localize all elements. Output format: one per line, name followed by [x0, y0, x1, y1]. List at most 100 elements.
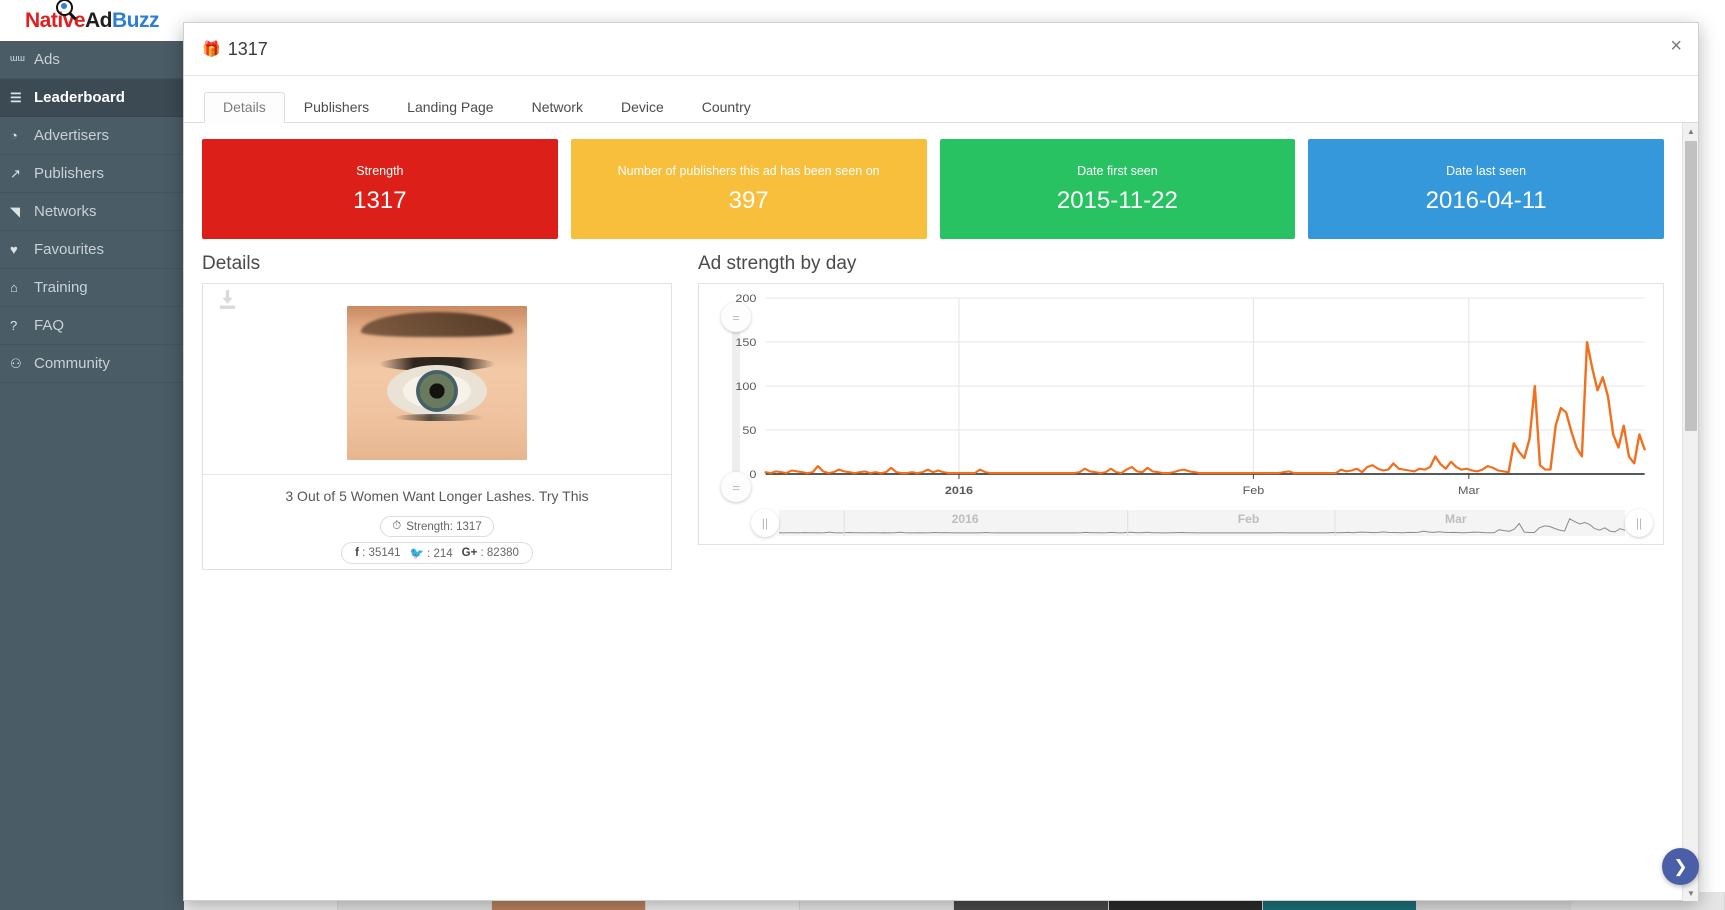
social-count-facebook: f : 35141 [355, 547, 401, 560]
sidebar-item-label: Community [34, 355, 110, 372]
stat-card-value: 2015-11-22 [1056, 186, 1178, 214]
clock-icon: ⏱ [392, 520, 402, 533]
gift-icon: 🎁 [202, 41, 221, 58]
modal-header: 🎁 1317 × [184, 23, 1698, 76]
sidebar-item-label: Networks [34, 203, 97, 220]
social-count-value: 35141 [368, 547, 401, 560]
stat-card-number-of-publishers: Number of publishers this ad has been se… [570, 139, 927, 239]
sidebar-item-advertisers[interactable]: ◔ Advertisers [0, 117, 184, 155]
strength-badge-row: ⏱ Strength: 1317 [203, 516, 671, 542]
magnifier-icon [56, 0, 73, 16]
ad-headline: 3 Out of 5 Women Want Longer Lashes. Try… [285, 488, 589, 504]
navigator-label: 2016 [952, 512, 979, 526]
social-counts-badge: f : 35141 🐦 : 214 G+ : 82380 [341, 542, 533, 565]
chart-series-line [764, 340, 1646, 475]
brand-part-ad: Ad [85, 9, 113, 32]
tab-details[interactable]: Details [204, 92, 285, 123]
tab-country[interactable]: Country [683, 92, 770, 123]
heart-icon: ♥ [10, 242, 18, 257]
y-axis-tick-label: 0 [749, 468, 756, 481]
navigator-sparkline: 2016 Feb Mar [779, 510, 1625, 536]
sidebar-item-label: FAQ [34, 317, 65, 334]
brand-part-buzz: Buzz [112, 9, 160, 32]
ad-creative-image [347, 306, 527, 460]
stat-card-strength: Strength 1317 [202, 139, 558, 239]
details-heading: Details [202, 253, 261, 274]
sidebar-item-favourites[interactable]: ♥ Favourites [0, 231, 184, 269]
social-count-value: 82380 [486, 547, 519, 560]
content-panels: Details 3 Out of 5 Women Want Longer Las… [202, 253, 1664, 571]
tab-network[interactable]: Network [513, 92, 602, 123]
stat-card-value: 397 [728, 186, 769, 214]
sidebar-item-networks[interactable]: ◥ Networks [0, 193, 184, 231]
chart-panel: Ad strength by day = = 0 50 100 150 200 2016 F… [698, 253, 1664, 570]
sidebar-item-label: Advertisers [34, 127, 110, 144]
sidebar-item-label: Favourites [34, 241, 105, 258]
sidebar-nav: ᵚᵚ Ads ☰ Leaderboard ◔ Advertisers ↗ Publishers… [0, 41, 184, 383]
modal-scrollbar[interactable]: ▲ ▼ [1682, 123, 1698, 901]
bank-icon: ⌂ [10, 280, 18, 295]
stat-card-label: Date first seen [1077, 163, 1158, 178]
social-count-twitter: 🐦 : 214 [409, 548, 453, 561]
twitter-icon: 🐦 [409, 548, 424, 561]
modal-body: Details Publishers Landing Page Network Devi… [184, 76, 1698, 901]
chevron-down-icon: ❯ [1673, 856, 1688, 876]
y-axis-tick-label: 100 [735, 380, 756, 393]
ad-strength-chart: = = 0 50 100 150 200 2016 Feb Mar 2016 Feb Mar || [698, 283, 1664, 545]
ad-detail-modal: 🎁 1317 × Details Publishers Landing Page Ne… [183, 22, 1699, 901]
stat-card-label: Date last seen [1446, 163, 1527, 178]
sidebar-item-ads[interactable]: ᵚᵚ Ads [0, 41, 184, 79]
tab-bar: Details Publishers Landing Page Network Devi… [184, 76, 1698, 123]
chart-heading: Ad strength by day [698, 253, 857, 274]
modal-scroll-area[interactable]: Strength 1317 Number of publishers this ad… [184, 123, 1698, 901]
chart-navigator[interactable]: 2016 Feb Mar || || [751, 509, 1653, 537]
status-badge: ⏱ Strength: 1317 [380, 516, 494, 538]
caret-down-icon[interactable]: ▼ [1683, 885, 1698, 901]
chart-plot-area: 0 50 100 150 200 2016 Feb Mar [699, 284, 1663, 544]
tab-publishers[interactable]: Publishers [285, 92, 388, 123]
page-root: NativeAdBuzz ᵚᵚ Ads ☰ Leaderboard ◔ Advertise… [0, 0, 1725, 910]
x-axis-tick-label: 2016 [945, 484, 974, 497]
area-chart-icon: ◥ [10, 203, 20, 219]
sidebar-item-community[interactable]: ⚇ Community [0, 345, 184, 383]
sidebar-item-label: Training [34, 279, 88, 296]
sidebar-item-publishers[interactable]: ↗ Publishers [0, 155, 184, 193]
line-chart-icon: ↗ [10, 165, 21, 181]
download-icon[interactable] [219, 290, 236, 309]
x-axis-tick-label: Feb [1243, 484, 1265, 497]
sidebar-item-training[interactable]: ⌂ Training [0, 269, 184, 307]
list-ol-icon: ☰ [10, 89, 22, 105]
y-axis-tick-label: 150 [735, 336, 756, 349]
sidebar-item-label: Leaderboard [34, 89, 125, 106]
x-axis-tick-label: Mar [1458, 484, 1480, 497]
navigator-handle-right[interactable]: || [1625, 509, 1653, 537]
pie-chart-icon: ◔ [10, 128, 18, 143]
page-title: 🎁 1317 [202, 39, 268, 60]
close-button[interactable]: × [1670, 36, 1682, 56]
social-badge-row: f : 35141 🐦 : 214 G+ : 82380 [203, 542, 671, 569]
strength-badge-text: Strength: 1317 [406, 520, 482, 533]
sidebar: NativeAdBuzz ᵚᵚ Ads ☰ Leaderboard ◔ Advertise… [0, 0, 184, 910]
tab-landing-page[interactable]: Landing Page [388, 92, 512, 123]
details-panel: Details 3 Out of 5 Women Want Longer Las… [202, 253, 672, 571]
caret-up-icon[interactable]: ▲ [1683, 123, 1698, 139]
modal-title-text: 1317 [227, 38, 268, 59]
sidebar-item-leaderboard[interactable]: ☰ Leaderboard [0, 79, 184, 117]
stat-card-row: Strength 1317 Number of publishers this ad… [202, 139, 1664, 239]
sidebar-item-label: Ads [34, 51, 60, 68]
brand-logo[interactable]: NativeAdBuzz [0, 0, 184, 41]
stat-card-label: Number of publishers this ad has been se… [617, 163, 880, 178]
sidebar-item-faq[interactable]: ? FAQ [0, 307, 184, 345]
stat-card-label: Strength [356, 163, 404, 178]
chart-svg: 0 50 100 150 200 2016 Feb Mar [735, 292, 1646, 497]
bar-chart-icon: ᵚᵚ [10, 52, 25, 67]
tab-device[interactable]: Device [602, 92, 683, 123]
scroll-down-button[interactable]: ❯ [1662, 848, 1699, 885]
y-axis-tick-label: 200 [735, 292, 756, 305]
navigator-label: Feb [1238, 512, 1259, 526]
navigator-handle-left[interactable]: || [751, 509, 779, 537]
sidebar-item-label: Publishers [34, 165, 105, 182]
users-icon: ⚇ [10, 355, 22, 371]
scrollbar-thumb[interactable] [1685, 141, 1697, 431]
social-count-value: 214 [433, 548, 453, 561]
